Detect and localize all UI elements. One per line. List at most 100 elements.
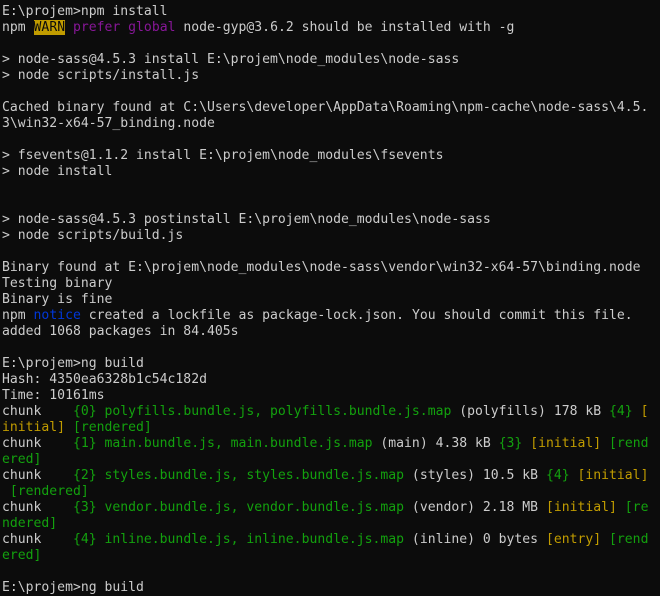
terminal-text: [initial] bbox=[577, 468, 649, 483]
terminal-line: Binary found at E:\projem\node_modules\n… bbox=[2, 260, 658, 276]
terminal-line: > node-sass@4.5.3 postinstall E:\projem\… bbox=[2, 212, 658, 228]
terminal-text: created a lockfile as package-lock.json.… bbox=[80, 308, 633, 323]
terminal-text: {2} styles.bundle.js, styles.bundle.js.m… bbox=[72, 468, 405, 483]
terminal-line: added 1068 packages in 84.405s bbox=[2, 324, 658, 340]
terminal-line: [rendered] bbox=[2, 484, 658, 500]
terminal-text: npm bbox=[2, 20, 34, 35]
terminal-line: > fsevents@1.1.2 install E:\projem\node_… bbox=[2, 148, 658, 164]
terminal-text: (vendor) 2.18 MB bbox=[404, 500, 546, 515]
terminal-line: E:\projem>ng build bbox=[2, 356, 658, 372]
terminal-text: WARN bbox=[33, 20, 66, 35]
terminal-text: Binary is fine bbox=[2, 292, 113, 307]
terminal-line: chunk {4} inline.bundle.js, inline.bundl… bbox=[2, 532, 658, 548]
terminal-line: > node install bbox=[2, 164, 658, 180]
terminal-line: Time: 10161ms bbox=[2, 388, 658, 404]
terminal-text: chunk bbox=[2, 436, 73, 451]
terminal-output[interactable]: E:\projem>npm install npm WARN prefer glo… bbox=[2, 4, 658, 596]
terminal-line: E:\projem>ng build bbox=[2, 580, 658, 596]
terminal-text: E:\projem>npm install bbox=[2, 4, 168, 19]
terminal-text: ndered] bbox=[2, 516, 58, 531]
terminal-text: chunk bbox=[2, 468, 73, 483]
terminal-text: (styles) 10.5 kB bbox=[404, 468, 546, 483]
terminal-text: [entry] bbox=[545, 532, 602, 547]
terminal-text: Time: 10161ms bbox=[2, 388, 105, 403]
terminal-text: {4} inline.bundle.js, inline.bundle.js.m… bbox=[72, 532, 405, 547]
terminal-text: {4} bbox=[545, 468, 570, 483]
terminal-text: ered] bbox=[2, 452, 42, 467]
terminal-text: > node scripts/build.js bbox=[2, 228, 184, 243]
terminal-text: [re bbox=[624, 500, 649, 515]
terminal-text: {3} vendor.bundle.js, vendor.bundle.js.m… bbox=[72, 500, 405, 515]
terminal-line: initial] [rendered] bbox=[2, 420, 658, 436]
terminal-text: notice bbox=[33, 308, 81, 323]
terminal-text: [rend bbox=[609, 436, 649, 451]
terminal-line: ndered] bbox=[2, 516, 658, 532]
terminal-text: added 1068 packages in 84.405s bbox=[2, 324, 239, 339]
terminal-text: Cached binary found at C:\Users\develope… bbox=[2, 100, 649, 115]
terminal-line: ered] bbox=[2, 548, 658, 564]
terminal-text: initial] bbox=[2, 420, 66, 435]
terminal-line: > node scripts/install.js bbox=[2, 68, 658, 84]
terminal-line: npm WARN prefer global node-gyp@3.6.2 sh… bbox=[2, 20, 658, 36]
terminal-text: (inline) 0 bytes bbox=[404, 532, 546, 547]
terminal-text: E:\projem>ng build bbox=[2, 356, 144, 371]
terminal-text: npm bbox=[2, 308, 34, 323]
terminal-text: Hash: 4350ea6328b1c54c182d bbox=[2, 372, 207, 387]
terminal-text: ered] bbox=[2, 548, 42, 563]
terminal-text: {4} bbox=[609, 404, 633, 419]
terminal-line: E:\projem>npm install bbox=[2, 4, 658, 20]
terminal-line: 3\win32-x64-57_binding.node bbox=[2, 116, 658, 132]
terminal-line: Cached binary found at C:\Users\develope… bbox=[2, 100, 658, 116]
terminal-line: Binary is fine bbox=[2, 292, 658, 308]
terminal-line: npm notice created a lockfile as package… bbox=[2, 308, 658, 324]
terminal-text: prefer global bbox=[72, 20, 176, 35]
terminal-line: > node-sass@4.5.3 install E:\projem\node… bbox=[2, 52, 658, 68]
terminal-line: chunk {1} main.bundle.js, main.bundle.js… bbox=[2, 436, 658, 452]
terminal-text: node-gyp@3.6.2 should be installed with … bbox=[175, 20, 515, 35]
terminal-text: [ bbox=[640, 404, 649, 419]
terminal-text: > node install bbox=[2, 164, 113, 179]
terminal-text: (polyfills) 178 kB bbox=[451, 404, 610, 419]
terminal-text: > node-sass@4.5.3 install E:\projem\node… bbox=[2, 52, 460, 67]
terminal-text: Testing binary bbox=[2, 276, 113, 291]
terminal-text: {0} polyfills.bundle.js, polyfills.bundl… bbox=[72, 404, 452, 419]
terminal-line: Hash: 4350ea6328b1c54c182d bbox=[2, 372, 658, 388]
terminal-line: Testing binary bbox=[2, 276, 658, 292]
terminal-line: chunk {3} vendor.bundle.js, vendor.bundl… bbox=[2, 500, 658, 516]
terminal-line: > node scripts/build.js bbox=[2, 228, 658, 244]
terminal-text: chunk bbox=[2, 404, 73, 419]
terminal-text: Binary found at E:\projem\node_modules\n… bbox=[2, 260, 641, 275]
terminal-text: [rend bbox=[609, 532, 649, 547]
terminal-text: {3} bbox=[498, 436, 523, 451]
terminal-text: > node scripts/install.js bbox=[2, 68, 200, 83]
terminal-text: (main) 4.38 kB bbox=[372, 436, 499, 451]
terminal-line: chunk {2} styles.bundle.js, styles.bundl… bbox=[2, 468, 658, 484]
terminal-text: chunk bbox=[2, 532, 73, 547]
terminal-text: > node-sass@4.5.3 postinstall E:\projem\… bbox=[2, 212, 491, 227]
terminal-text: E:\projem>ng build bbox=[2, 580, 144, 595]
terminal-text: [initial] bbox=[530, 436, 602, 451]
terminal-text: [rendered] bbox=[72, 420, 152, 435]
terminal-text: chunk bbox=[2, 500, 73, 515]
terminal-text: {1} main.bundle.js, main.bundle.js.map bbox=[72, 436, 373, 451]
terminal-line: ered] bbox=[2, 452, 658, 468]
terminal-line: chunk {0} polyfills.bundle.js, polyfills… bbox=[2, 404, 658, 420]
terminal-text: [initial] bbox=[545, 500, 617, 515]
terminal-text: 3\win32-x64-57_binding.node bbox=[2, 116, 215, 131]
